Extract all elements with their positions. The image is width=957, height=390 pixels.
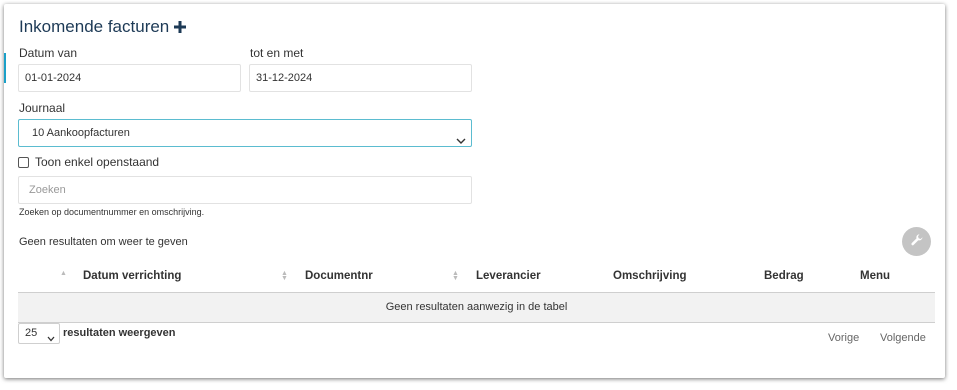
active-indicator	[4, 53, 6, 83]
col-leverancier[interactable]: Leverancier	[476, 270, 541, 282]
open-only-label: Toon enkel openstaand	[35, 155, 160, 169]
plus-icon[interactable]	[174, 21, 187, 33]
col-omschrijving[interactable]: Omschrijving	[613, 270, 687, 282]
date-from-input[interactable]: 01-01-2024	[18, 64, 241, 92]
col-menu: Menu	[860, 270, 891, 282]
journal-label: Journaal	[19, 101, 66, 115]
table-header: ▲ Datum verrichting ▲ ▼ Documentnr ▲ ▼ Lev…	[18, 265, 935, 293]
col-documentnr[interactable]: Documentnr	[305, 270, 373, 282]
page-title-text: Inkomende facturen	[19, 17, 170, 36]
wrench-icon	[910, 233, 924, 250]
empty-table-row: Geen resultaten aanwezig in de tabel	[18, 293, 935, 323]
page-length-label: resultaten weergeven	[63, 327, 176, 339]
chevron-down-icon	[47, 330, 55, 342]
journal-select-value: 10 Aankoopfacturen	[32, 127, 130, 139]
page-length-select[interactable]: 25	[18, 323, 60, 344]
prev-page-button[interactable]: Vorige	[828, 332, 859, 344]
col-bedrag[interactable]: Bedrag	[764, 270, 804, 282]
search-input[interactable]: Zoeken	[18, 176, 472, 204]
results-summary: Geen resultaten om weer te geven	[19, 236, 188, 248]
next-page-button[interactable]: Volgende	[880, 332, 926, 344]
col-datum-verrichting[interactable]: Datum verrichting	[83, 270, 181, 282]
sort-icon[interactable]: ▲	[60, 270, 67, 277]
settings-button[interactable]	[902, 227, 931, 256]
journal-select[interactable]: 10 Aankoopfacturen	[18, 119, 472, 147]
open-only-checkbox[interactable]	[18, 156, 29, 168]
sort-icon[interactable]: ▲ ▼	[452, 270, 459, 282]
date-from-label: Datum van	[19, 46, 78, 60]
page-title: Inkomende facturen	[19, 17, 187, 37]
sort-icon[interactable]: ▲ ▼	[281, 270, 288, 282]
search-hint: Zoeken op documentnummer en omschrijving…	[19, 207, 205, 217]
open-only-toggle[interactable]: Toon enkel openstaand	[18, 155, 159, 169]
page-length-value: 25	[25, 327, 38, 339]
date-to-input[interactable]: 31-12-2024	[249, 64, 472, 92]
chevron-down-icon	[456, 129, 466, 144]
date-to-label: tot en met	[250, 46, 304, 60]
